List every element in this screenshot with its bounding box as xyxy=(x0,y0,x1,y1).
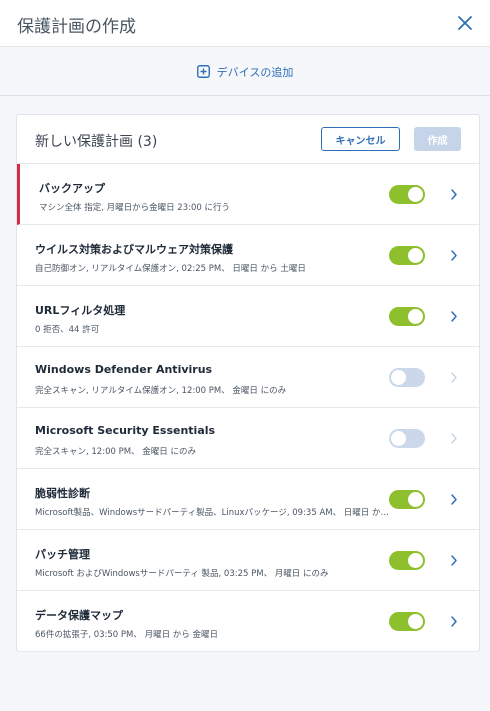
chevron-right-icon[interactable] xyxy=(450,310,458,323)
toggle-knob xyxy=(408,553,423,568)
module-name: パッチ管理 xyxy=(35,548,90,561)
module-description: Microsoft製品、Windowsサードパーティ製品、Linuxパッケージ,… xyxy=(35,508,390,518)
module-name: バックアップ xyxy=(39,182,105,195)
module-description: 66件の拡張子, 03:50 PM、 月曜日 から 金曜日 xyxy=(35,630,218,640)
module-name: Windows Defender Antivirus xyxy=(35,363,213,376)
module-toggle[interactable] xyxy=(389,612,425,631)
module-description: 自己防御オン, リアルタイム保護オン, 02:25 PM、 日曜日 から 土曜日 xyxy=(35,264,306,274)
module-row[interactable]: Windows Defender Antivirus 完全スキャン, リアルタイム… xyxy=(17,347,479,408)
toggle-knob xyxy=(408,309,423,324)
module-row[interactable]: ウイルス対策およびマルウェア対策保護自己防御オン, リアルタイム保護オン, 02… xyxy=(17,225,479,286)
chevron-right-icon[interactable] xyxy=(450,371,458,384)
toggle-knob xyxy=(391,431,406,446)
module-description: Microsoft およびWindowsサードパーティ 製品, 03:25 PM… xyxy=(35,569,329,579)
toggle-knob xyxy=(408,614,423,629)
module-toggle[interactable] xyxy=(389,490,425,509)
module-name: URLフィルタ処理 xyxy=(35,304,126,317)
chevron-right-icon[interactable] xyxy=(450,249,458,262)
module-row[interactable]: Microsoft Security Essentials 完全スキャン, 12:… xyxy=(17,408,479,469)
module-row[interactable]: 脆弱性診断 Microsoft製品、Windowsサードパーティ製品、Linuxパ… xyxy=(17,469,479,530)
create-button[interactable]: 作成 xyxy=(414,127,461,151)
module-name: Microsoft Security Essentials xyxy=(35,424,216,437)
module-toggle[interactable] xyxy=(389,551,425,570)
add-device-button[interactable]: デバイスの追加 xyxy=(0,48,490,96)
chevron-right-icon[interactable] xyxy=(450,432,458,445)
chevron-right-icon[interactable] xyxy=(450,554,458,567)
module-description: マシン全体 指定, 月曜日から金曜日 23:00 に行う xyxy=(39,203,231,213)
module-toggle[interactable] xyxy=(389,307,425,326)
dialog-header: 保護計画の作成 xyxy=(0,0,490,47)
panel-header: 新しい保護計画 (3) キャンセル 作成 xyxy=(17,115,479,164)
toggle-knob xyxy=(391,370,406,385)
module-row[interactable]: データ保護マップ 66件の拡張子, 03:50 PM、 月曜日 から 金曜日 xyxy=(17,591,479,652)
module-description: 完全スキャン, リアルタイム保護オン, 12:00 PM、 金曜日 にのみ xyxy=(35,386,287,396)
toggle-knob xyxy=(408,187,423,202)
module-toggle[interactable] xyxy=(389,185,425,204)
module-toggle[interactable] xyxy=(389,429,425,448)
toggle-knob xyxy=(408,248,423,263)
plan-title: 新しい保護計画 (3) xyxy=(35,134,158,150)
protection-plan-panel: 新しい保護計画 (3) キャンセル 作成 バックアップマシン全体 指定, 月曜日… xyxy=(16,114,480,652)
module-name: ウイルス対策およびマルウェア対策保護 xyxy=(35,243,233,256)
close-icon[interactable] xyxy=(455,13,475,33)
module-row[interactable]: パッチ管理 Microsoft およびWindowsサードパーティ 製品, 03:… xyxy=(17,530,479,591)
plus-square-icon xyxy=(196,65,210,78)
module-toggle[interactable] xyxy=(389,246,425,265)
cancel-button[interactable]: キャンセル xyxy=(321,127,400,151)
module-name: データ保護マップ xyxy=(35,609,123,622)
module-row[interactable]: URLフィルタ処理 0 拒否、44 許可 xyxy=(17,286,479,347)
chevron-right-icon[interactable] xyxy=(450,493,458,506)
module-description: 完全スキャン, 12:00 PM、 金曜日 にのみ xyxy=(35,447,196,457)
chevron-right-icon[interactable] xyxy=(450,615,458,628)
module-description: 0 拒否、44 許可 xyxy=(35,325,100,335)
add-device-label: デバイスの追加 xyxy=(216,65,294,79)
module-name: 脆弱性診断 xyxy=(35,487,90,500)
toggle-knob xyxy=(408,492,423,507)
module-row[interactable]: バックアップマシン全体 指定, 月曜日から金曜日 23:00 に行う xyxy=(17,164,479,225)
chevron-right-icon[interactable] xyxy=(450,188,458,201)
module-toggle[interactable] xyxy=(389,368,425,387)
dialog-title: 保護計画の作成 xyxy=(17,17,136,37)
